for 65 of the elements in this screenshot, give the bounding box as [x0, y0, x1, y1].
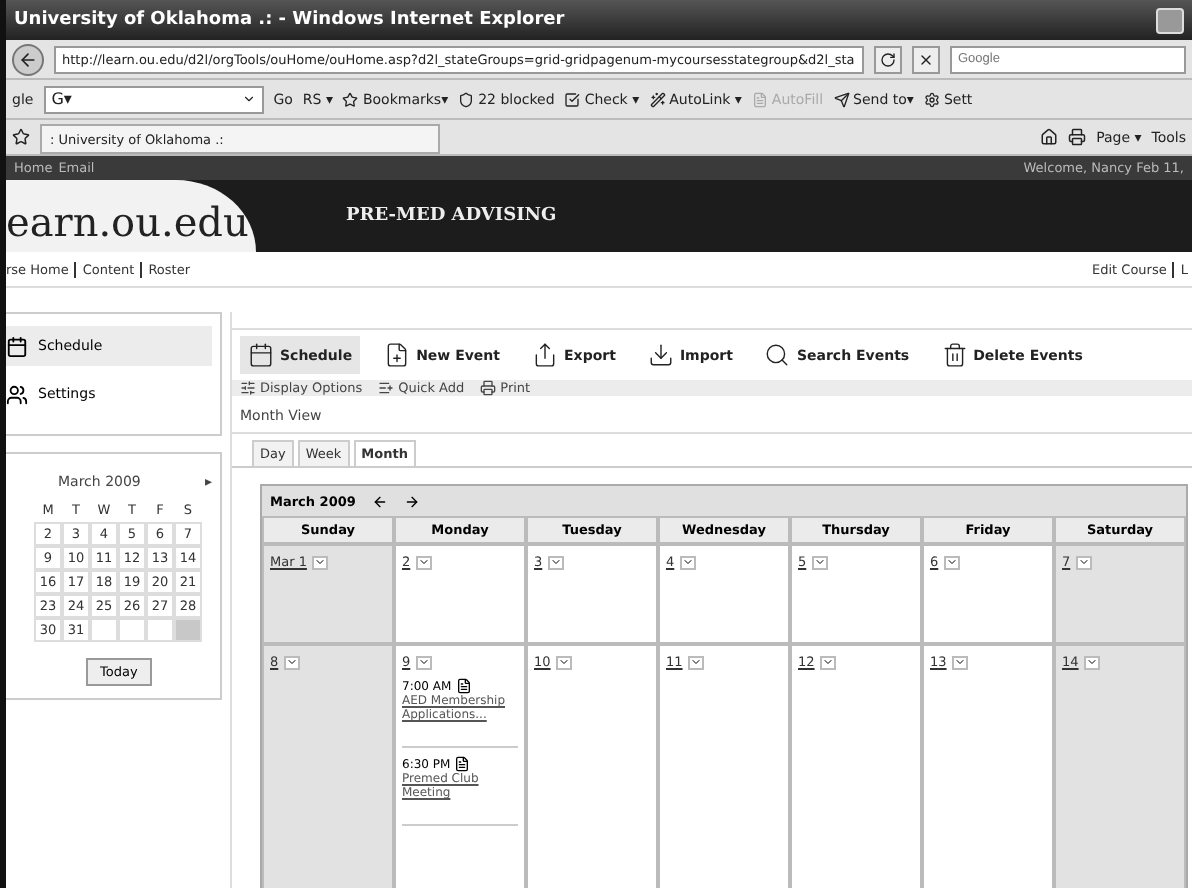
- calendar-icon: [6, 335, 28, 357]
- dropdown-icon: [954, 656, 967, 668]
- dropdown-button[interactable]: [548, 555, 565, 569]
- new-icon: [384, 342, 411, 368]
- check-icon: [564, 91, 581, 107]
- send-icon: [833, 91, 850, 107]
- form-icon: [751, 91, 768, 107]
- dropdown-button[interactable]: [416, 555, 433, 569]
- stop-button[interactable]: [912, 45, 940, 73]
- dropdown-button[interactable]: [312, 555, 329, 569]
- dropdown-icon: [241, 92, 256, 106]
- search-icon: [764, 342, 791, 368]
- event-icon: [455, 678, 472, 694]
- people-icon: [6, 383, 28, 405]
- delete-icon: [941, 342, 968, 368]
- dropdown-button[interactable]: [284, 655, 301, 669]
- previous-arrow-icon[interactable]: [371, 493, 388, 509]
- dropdown-icon: [286, 656, 299, 668]
- window-title: University of Oklahoma .: - Windows Internet Explorer: [14, 10, 565, 30]
- refresh-button[interactable]: [874, 45, 902, 73]
- back-arrow-icon: [18, 49, 38, 69]
- home-icon[interactable]: [1040, 128, 1059, 146]
- favorites-icon[interactable]: [12, 128, 30, 146]
- dropdown-icon: [558, 656, 571, 668]
- dropdown-icon: [418, 556, 431, 568]
- print-icon: [480, 380, 497, 396]
- import-icon: [647, 342, 674, 368]
- dropdown-icon: [1078, 556, 1091, 568]
- next-arrow-icon[interactable]: [403, 493, 420, 509]
- event-icon: [454, 756, 471, 772]
- dropdown-button[interactable]: [680, 555, 697, 569]
- dropdown-button[interactable]: [812, 555, 829, 569]
- dropdown-icon: [550, 556, 563, 568]
- site-logo: earn.ou.edu: [6, 180, 256, 252]
- dropdown-icon: [314, 556, 327, 568]
- dropdown-icon: [418, 656, 431, 668]
- dropdown-icon: [682, 556, 695, 568]
- star-icon: [342, 91, 359, 107]
- dropdown-icon: [822, 656, 835, 668]
- dropdown-button[interactable]: [820, 655, 837, 669]
- dropdown-icon: [814, 556, 827, 568]
- schedule-icon: [248, 342, 274, 368]
- dropdown-button[interactable]: [1076, 555, 1093, 569]
- gear-icon: [923, 91, 940, 107]
- display-icon: [240, 380, 256, 396]
- dropdown-button[interactable]: [1084, 655, 1101, 669]
- close-icon: [918, 51, 934, 67]
- print-icon[interactable]: [1068, 128, 1087, 146]
- blocker-icon: [458, 91, 475, 107]
- dropdown-button[interactable]: [416, 655, 433, 669]
- dropdown-button[interactable]: [944, 555, 961, 569]
- dropdown-button[interactable]: [688, 655, 705, 669]
- wand-icon: [649, 91, 666, 107]
- dropdown-button[interactable]: [952, 655, 969, 669]
- quick-icon: [378, 380, 395, 396]
- back-button[interactable]: [12, 43, 44, 75]
- minimize-button[interactable]: [1156, 7, 1184, 33]
- export-icon: [532, 342, 559, 368]
- refresh-icon: [880, 51, 896, 67]
- dropdown-icon: [946, 556, 959, 568]
- dropdown-icon: [1086, 656, 1099, 668]
- dropdown-icon: [690, 656, 703, 668]
- dropdown-button[interactable]: [556, 655, 573, 669]
- google-search-field[interactable]: G▾: [43, 85, 264, 113]
- course-title: PRE-MED ADVISING: [346, 206, 557, 226]
